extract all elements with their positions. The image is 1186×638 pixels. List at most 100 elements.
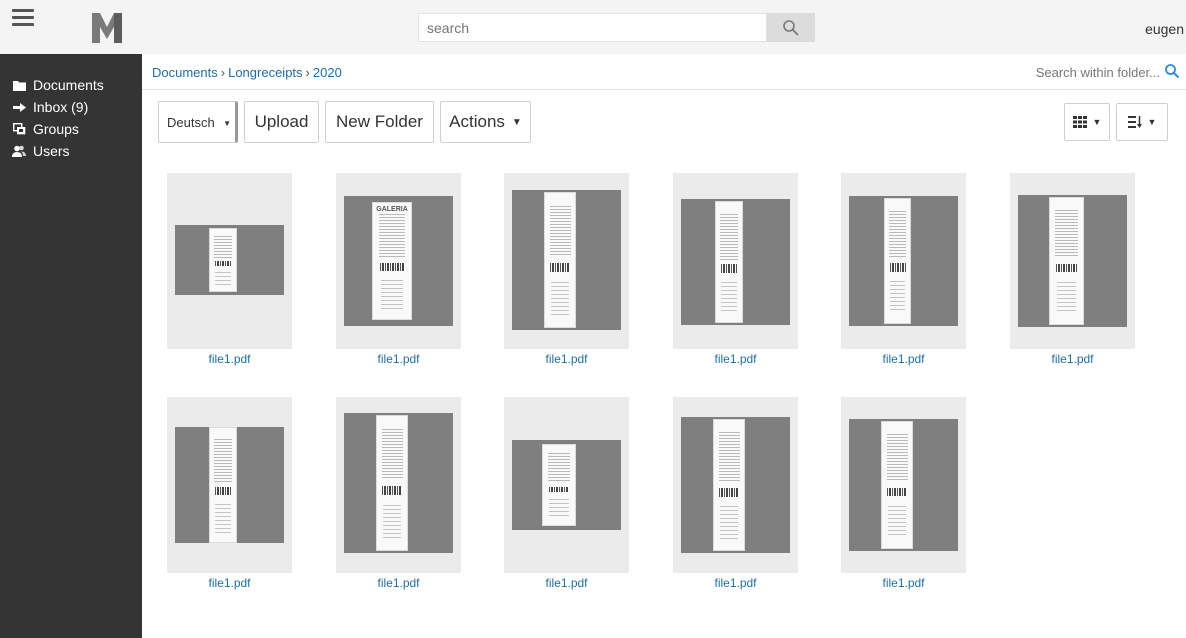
- document-tile[interactable]: file1.pdf: [336, 397, 461, 590]
- receipt-barcode: [214, 487, 232, 496]
- receipt-text-lines: [888, 208, 907, 259]
- receipt-image: [881, 421, 913, 549]
- receipt-text-lines: [378, 212, 406, 259]
- document-filename[interactable]: file1.pdf: [504, 576, 629, 590]
- document-thumbnail[interactable]: [504, 173, 629, 349]
- caret-down-icon: ▼: [1092, 117, 1102, 127]
- receipt-image: [715, 201, 743, 323]
- document-tile[interactable]: file1.pdf: [673, 397, 798, 590]
- document-filename[interactable]: file1.pdf: [167, 352, 292, 366]
- new-folder-button[interactable]: New Folder: [325, 101, 434, 143]
- document-tile[interactable]: file1.pdf: [504, 173, 629, 366]
- document-thumbnail[interactable]: [504, 397, 629, 573]
- receipt-barcode: [214, 261, 232, 266]
- sidebar-item-groups[interactable]: Groups: [0, 118, 142, 140]
- page-preview: [1018, 195, 1127, 327]
- document-tile[interactable]: file1.pdf: [167, 397, 292, 590]
- document-thumbnail[interactable]: [167, 173, 292, 349]
- actions-dropdown-button[interactable]: Actions ▼: [440, 101, 531, 143]
- folder-icon: [12, 79, 26, 91]
- receipt-barcode: [550, 262, 570, 273]
- breadcrumb-item-documents[interactable]: Documents: [152, 65, 218, 80]
- document-thumbnail[interactable]: [167, 397, 292, 573]
- receipt-barcode: [720, 264, 738, 273]
- receipt-image: [884, 198, 911, 324]
- document-filename[interactable]: file1.pdf: [336, 576, 461, 590]
- receipt-image: [376, 415, 408, 551]
- document-thumbnail[interactable]: [841, 173, 966, 349]
- caret-down-icon: ▼: [223, 119, 231, 128]
- receipt-text-lines: [213, 233, 233, 259]
- receipt-barcode: [887, 487, 907, 497]
- breadcrumb-item-longreceipts[interactable]: Longreceipts: [228, 65, 302, 80]
- search-icon[interactable]: [1164, 63, 1180, 79]
- receipt-text-lines: [547, 451, 571, 484]
- receipt-image: [713, 419, 745, 551]
- actions-label: Actions: [449, 112, 505, 131]
- receipt-barcode: [379, 263, 405, 272]
- page-preview: GALERIA: [344, 196, 453, 326]
- receipt-text-lines: [213, 437, 233, 483]
- sidebar-item-users[interactable]: Users: [0, 140, 142, 162]
- document-thumbnail[interactable]: GALERIA: [336, 173, 461, 349]
- users-icon: [12, 145, 26, 157]
- receipt-text-lines: [380, 277, 404, 310]
- sidebar-item-inbox[interactable]: Inbox (9): [0, 96, 142, 118]
- document-tile[interactable]: file1.pdf: [841, 173, 966, 366]
- receipt-text-lines: [381, 426, 403, 481]
- page-preview: [681, 417, 790, 553]
- language-select[interactable]: Deutsch ▼: [158, 101, 238, 143]
- document-filename[interactable]: file1.pdf: [504, 352, 629, 366]
- document-thumbnail[interactable]: [1010, 173, 1135, 349]
- page-preview: [175, 225, 284, 295]
- hamburger-menu-icon[interactable]: [10, 6, 36, 32]
- document-filename[interactable]: file1.pdf: [841, 352, 966, 366]
- receipt-text-lines: [718, 430, 740, 483]
- groups-icon: [12, 123, 26, 135]
- search-input[interactable]: [418, 13, 767, 42]
- receipt-text-lines: [549, 203, 571, 258]
- receipt-image: [544, 192, 576, 328]
- sort-icon: [1127, 116, 1142, 128]
- document-filename[interactable]: file1.pdf: [673, 352, 798, 366]
- sidebar-item-documents[interactable]: Documents: [0, 74, 142, 96]
- receipt-text-lines: [549, 496, 569, 519]
- receipt-text-lines: [888, 502, 906, 538]
- document-filename[interactable]: file1.pdf: [673, 576, 798, 590]
- breadcrumb-item-2020[interactable]: 2020: [313, 65, 342, 80]
- document-thumbnail[interactable]: [841, 397, 966, 573]
- sort-button[interactable]: ▼: [1116, 103, 1168, 141]
- document-tile[interactable]: file1.pdf: [673, 173, 798, 366]
- breadcrumb-separator: ›: [220, 65, 226, 80]
- arrow-right-icon: [12, 101, 26, 113]
- upload-button[interactable]: Upload: [244, 101, 319, 143]
- document-filename[interactable]: file1.pdf: [841, 576, 966, 590]
- document-thumbnail[interactable]: [336, 397, 461, 573]
- user-menu[interactable]: eugen: [1145, 21, 1184, 37]
- document-tile[interactable]: file1.pdf: [1010, 173, 1135, 366]
- receipt-text-lines: [215, 268, 231, 287]
- search-button[interactable]: [767, 13, 815, 42]
- document-tile[interactable]: file1.pdf: [841, 397, 966, 590]
- top-header: eugen: [0, 0, 1186, 54]
- receipt-barcode: [548, 486, 570, 493]
- document-filename[interactable]: file1.pdf: [336, 352, 461, 366]
- sidebar-item-label: Groups: [33, 121, 79, 137]
- folder-search-input[interactable]: Search within folder...: [1036, 65, 1160, 80]
- document-tile[interactable]: file1.pdf: [504, 397, 629, 590]
- receipt-barcode: [889, 263, 906, 273]
- document-tile[interactable]: file1.pdf: [167, 173, 292, 366]
- receipt-text-lines: [721, 278, 737, 313]
- document-tile[interactable]: GALERIA file1.pdf: [336, 173, 461, 366]
- page-preview: [175, 427, 284, 543]
- document-thumbnail[interactable]: [673, 397, 798, 573]
- receipt-image: GALERIA: [372, 202, 412, 320]
- app-logo[interactable]: [90, 9, 124, 45]
- sidebar-item-label: Users: [33, 143, 70, 159]
- document-filename[interactable]: file1.pdf: [1010, 352, 1135, 366]
- receipt-text-lines: [886, 432, 908, 483]
- document-thumbnail[interactable]: [673, 173, 798, 349]
- view-mode-button[interactable]: ▼: [1064, 103, 1110, 141]
- document-filename[interactable]: file1.pdf: [167, 576, 292, 590]
- breadcrumb: Documents › Longreceipts › 2020: [152, 65, 342, 80]
